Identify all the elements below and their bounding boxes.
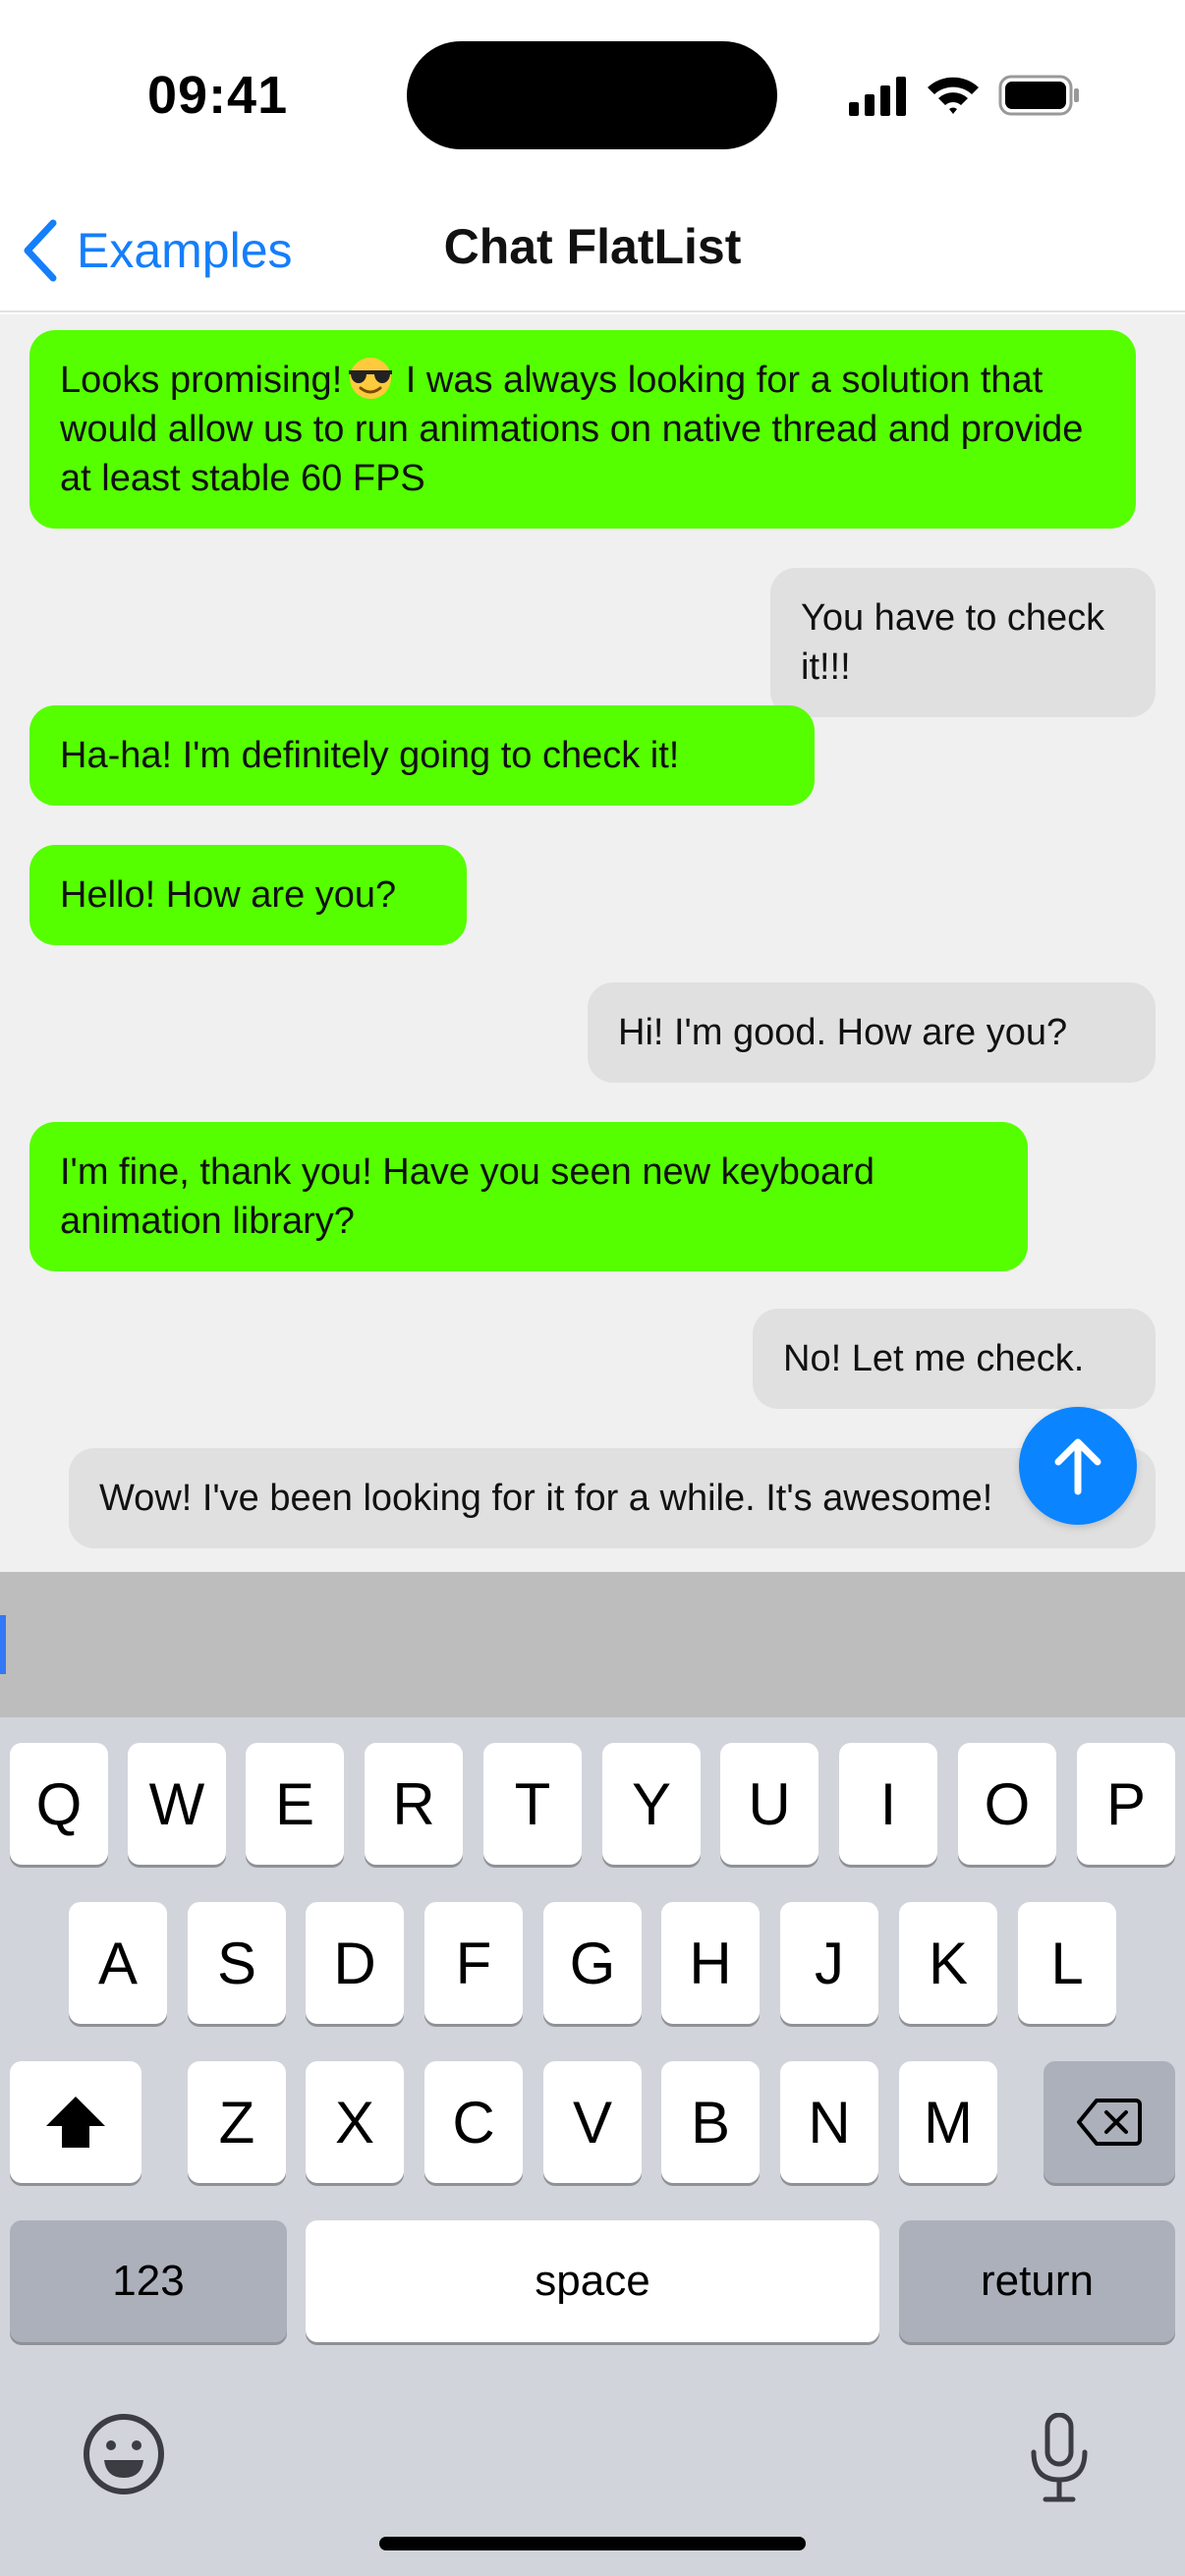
navigation-bar: Examples Chat FlatList: [0, 187, 1185, 312]
message-bubble: I'm fine, thank you! Have you seen new k…: [29, 1122, 1028, 1271]
key-t[interactable]: T: [483, 1743, 582, 1865]
home-indicator[interactable]: [379, 2537, 806, 2550]
keyboard: Q W E R T Y U I O P A S D F G H J K L Z …: [0, 1717, 1185, 2576]
message-bubble: Looks promising! I was always looking fo…: [29, 330, 1136, 529]
key-p[interactable]: P: [1077, 1743, 1175, 1865]
emoji-icon[interactable]: [83, 2413, 165, 2495]
text-cursor: [0, 1615, 6, 1674]
key-n[interactable]: N: [780, 2061, 878, 2183]
key-h[interactable]: H: [661, 1902, 760, 2024]
dynamic-island: [407, 41, 777, 149]
page-title: Chat FlatList: [443, 219, 742, 274]
status-bar: 09:41: [0, 0, 1185, 187]
key-z[interactable]: Z: [188, 2061, 286, 2183]
smiling-face-with-sunglasses-icon: [349, 358, 393, 399]
battery-icon: [998, 75, 1079, 116]
key-d[interactable]: D: [306, 1902, 404, 2024]
message-bubble: Ha-ha! I'm definitely going to check it!: [29, 705, 815, 806]
message-bubble: Wow! I've been looking for it for a whil…: [69, 1448, 1156, 1548]
delete-key[interactable]: [1044, 2061, 1175, 2183]
key-r[interactable]: R: [365, 1743, 463, 1865]
key-b[interactable]: B: [661, 2061, 760, 2183]
key-u[interactable]: U: [720, 1743, 818, 1865]
message-bubble: You have to check it!!!: [770, 568, 1156, 717]
key-v[interactable]: V: [543, 2061, 642, 2183]
message-input[interactable]: [0, 1572, 1185, 1717]
arrow-up-icon: [1054, 1438, 1101, 1495]
microphone-icon[interactable]: [1028, 2413, 1091, 2503]
key-e[interactable]: E: [246, 1743, 344, 1865]
key-m[interactable]: M: [899, 2061, 997, 2183]
shift-key[interactable]: [10, 2061, 141, 2183]
message-bubble: No! Let me check.: [753, 1309, 1156, 1409]
shift-icon: [46, 2097, 105, 2148]
message-bubble: Hello! How are you?: [29, 845, 467, 945]
scroll-to-top-button[interactable]: [1019, 1407, 1137, 1525]
key-x[interactable]: X: [306, 2061, 404, 2183]
cellular-signal-icon: [849, 77, 906, 116]
key-f[interactable]: F: [424, 1902, 523, 2024]
message-text: Looks promising!: [60, 360, 343, 401]
key-k[interactable]: K: [899, 1902, 997, 2024]
delete-icon: [1077, 2099, 1142, 2146]
key-l[interactable]: L: [1018, 1902, 1116, 2024]
key-w[interactable]: W: [128, 1743, 226, 1865]
key-c[interactable]: C: [424, 2061, 523, 2183]
status-time: 09:41: [147, 66, 289, 125]
key-s[interactable]: S: [188, 1902, 286, 2024]
key-i[interactable]: I: [839, 1743, 937, 1865]
wifi-icon: [928, 77, 979, 114]
space-key[interactable]: space: [306, 2220, 879, 2342]
key-g[interactable]: G: [543, 1902, 642, 2024]
message-bubble: Hi! I'm good. How are you?: [588, 982, 1156, 1083]
chat-list[interactable]: Looks promising! I was always looking fo…: [0, 314, 1185, 1572]
numbers-key[interactable]: 123: [10, 2220, 287, 2342]
key-q[interactable]: Q: [10, 1743, 108, 1865]
key-a[interactable]: A: [69, 1902, 167, 2024]
key-o[interactable]: O: [958, 1743, 1056, 1865]
key-j[interactable]: J: [780, 1902, 878, 2024]
key-y[interactable]: Y: [602, 1743, 701, 1865]
return-key[interactable]: return: [899, 2220, 1175, 2342]
